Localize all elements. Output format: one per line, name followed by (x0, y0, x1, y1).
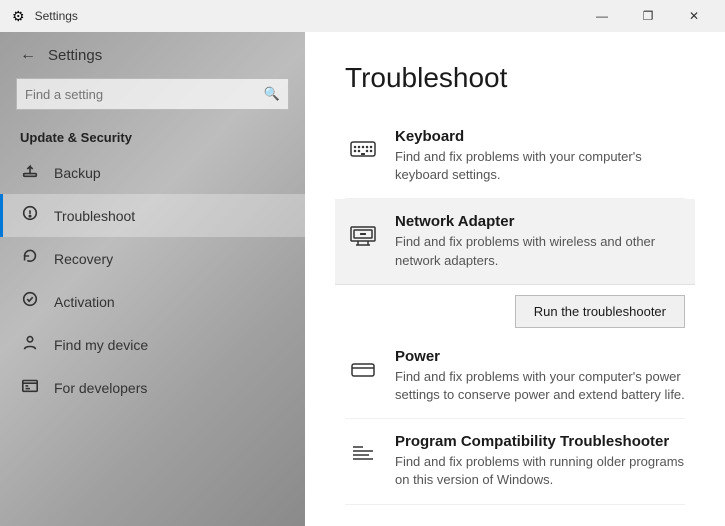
troubleshoot-item-keyboard: Keyboard Find and fix problems with your… (345, 114, 685, 199)
program-compat-icon-box (345, 435, 381, 471)
sidebar-item-activation[interactable]: Activation (0, 280, 305, 323)
sidebar-section-title: Update & Security (0, 122, 305, 151)
run-troubleshooter-button[interactable]: Run the troubleshooter (515, 295, 685, 328)
network-adapter-name: Network Adapter (395, 213, 685, 230)
recovery-icon (20, 247, 40, 270)
power-name: Power (395, 348, 685, 365)
minimize-button[interactable]: — (579, 0, 625, 32)
title-bar-left: ⚙ Settings (12, 8, 78, 25)
search-input[interactable] (25, 87, 264, 102)
sidebar-item-backup[interactable]: Backup (0, 151, 305, 194)
program-compat-name: Program Compatibility Troubleshooter (395, 433, 685, 450)
run-button-row: Run the troubleshooter (345, 285, 685, 334)
sidebar-search-container: 🔍 (16, 78, 289, 110)
title-bar-title: Settings (35, 9, 78, 23)
sidebar-item-label-for-developers: For developers (54, 380, 147, 396)
sidebar-item-label-activation: Activation (54, 294, 115, 310)
sidebar-item-label-backup: Backup (54, 165, 101, 181)
power-desc: Find and fix problems with your computer… (395, 368, 685, 404)
troubleshoot-icon (20, 204, 40, 227)
sidebar-item-label-find-my-device: Find my device (54, 337, 148, 353)
sidebar-back-button[interactable]: ← Settings (0, 32, 305, 78)
find-my-device-icon (20, 333, 40, 356)
program-compat-desc: Find and fix problems with running older… (395, 453, 685, 489)
close-button[interactable]: ✕ (671, 0, 717, 32)
title-bar-controls: — ❐ ✕ (579, 0, 717, 32)
for-developers-icon (20, 376, 40, 399)
activation-icon (20, 290, 40, 313)
sidebar: ← Settings 🔍 Update & Security Backup (0, 32, 305, 526)
keyboard-desc: Find and fix problems with your computer… (395, 148, 685, 184)
sidebar-item-label-troubleshoot: Troubleshoot (54, 208, 135, 224)
keyboard-text: Keyboard Find and fix problems with your… (395, 128, 685, 184)
keyboard-name: Keyboard (395, 128, 685, 145)
page-title: Troubleshoot (345, 62, 685, 94)
title-bar: ⚙ Settings — ❐ ✕ (0, 0, 725, 32)
backup-icon (20, 161, 40, 184)
network-adapter-desc: Find and fix problems with wireless and … (395, 233, 685, 269)
sidebar-item-recovery[interactable]: Recovery (0, 237, 305, 280)
sidebar-app-title: Settings (48, 47, 102, 64)
network-adapter-text: Network Adapter Find and fix problems wi… (395, 213, 685, 269)
program-compat-text: Program Compatibility Troubleshooter Fin… (395, 433, 685, 489)
main-layout: ← Settings 🔍 Update & Security Backup (0, 32, 725, 526)
sidebar-item-for-developers[interactable]: For developers (0, 366, 305, 409)
sidebar-item-label-recovery: Recovery (54, 251, 113, 267)
sidebar-item-troubleshoot[interactable]: Troubleshoot (0, 194, 305, 237)
back-icon: ← (20, 46, 36, 64)
content-area: Troubleshoot Keyboard (305, 32, 725, 526)
power-icon-box (345, 350, 381, 386)
maximize-button[interactable]: ❐ (625, 0, 671, 32)
sidebar-item-find-my-device[interactable]: Find my device (0, 323, 305, 366)
power-text: Power Find and fix problems with your co… (395, 348, 685, 404)
troubleshoot-item-program-compat: Program Compatibility Troubleshooter Fin… (345, 419, 685, 504)
network-adapter-icon-box (345, 215, 381, 251)
app-icon: ⚙ (12, 8, 25, 25)
search-icon: 🔍 (264, 86, 280, 102)
keyboard-icon-box (345, 130, 381, 166)
troubleshoot-item-power: Power Find and fix problems with your co… (345, 334, 685, 419)
troubleshoot-item-network-adapter: Network Adapter Find and fix problems wi… (335, 199, 695, 284)
